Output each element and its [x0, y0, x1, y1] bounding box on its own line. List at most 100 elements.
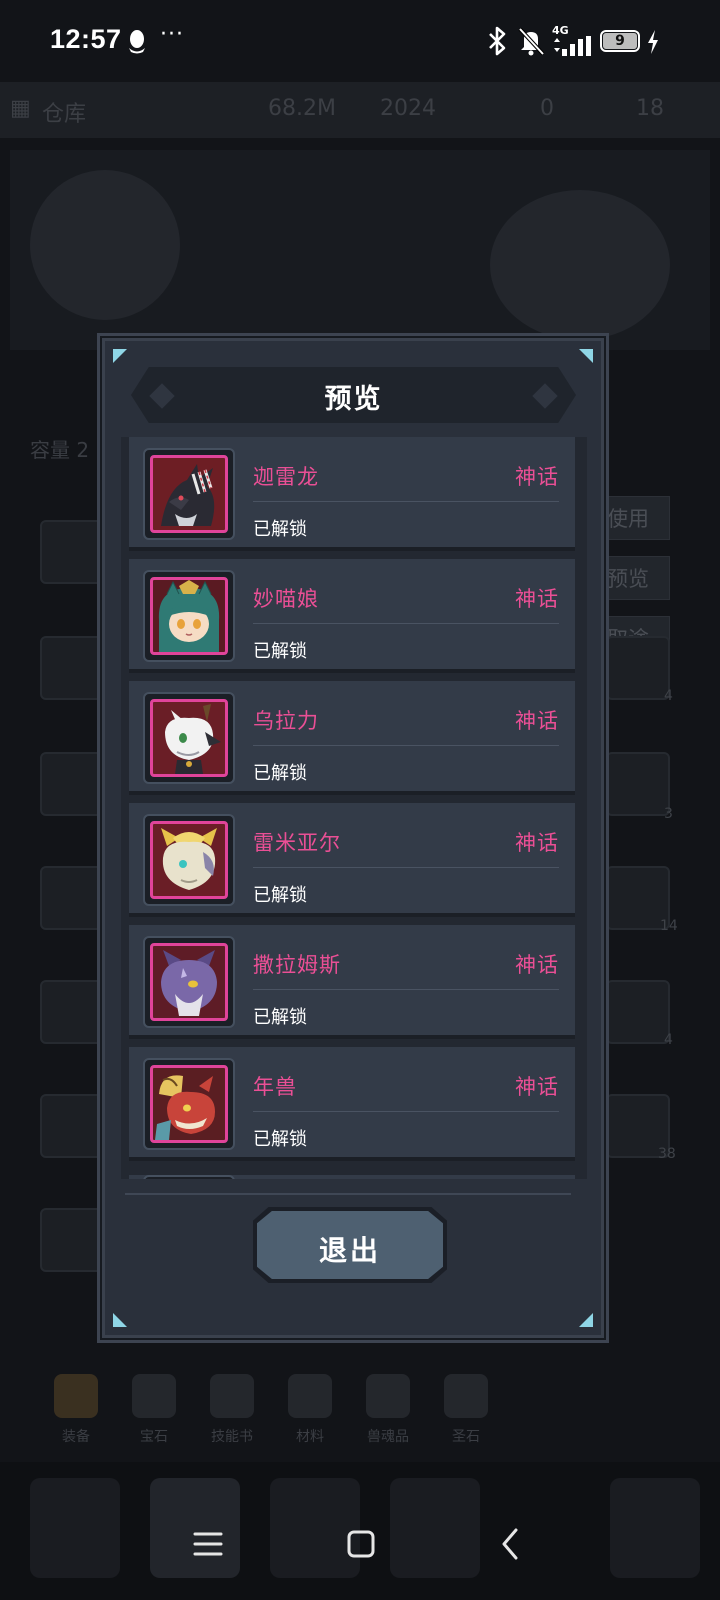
unlock-status: 已解锁	[253, 1129, 307, 1150]
background-value-3: 0	[540, 96, 554, 121]
background-item-cell	[40, 752, 104, 816]
white-horned-beast-portrait	[150, 699, 228, 777]
pet-name: 撒拉姆斯	[253, 953, 341, 977]
background-preview-button: 预览	[596, 556, 670, 600]
unlock-status: 已解锁	[253, 885, 307, 906]
card-divider	[253, 867, 559, 868]
rarity-label: 神话	[515, 1075, 559, 1099]
rarity-label: 神话	[515, 465, 559, 489]
background-cell-badge: 38	[658, 1146, 676, 1162]
corner-ornament	[579, 1313, 593, 1327]
black-dragon-portrait	[150, 455, 228, 533]
background-item-cell	[40, 1094, 104, 1158]
background-category-tabs: 装备 宝石 技能书 材料 兽魂品 圣石	[30, 1370, 510, 1460]
list-separator	[125, 1193, 571, 1195]
corner-ornament	[113, 1313, 127, 1327]
charging-bolt-icon	[648, 30, 658, 54]
background-use-button: 使用	[596, 496, 670, 540]
background-cell-badge: 4	[664, 1032, 673, 1048]
background-item-cell	[40, 636, 104, 700]
background-tab: 圣石	[428, 1370, 504, 1456]
portrait-frame	[143, 1058, 235, 1150]
status-bar: 12:57 ··· 4G 9	[0, 0, 720, 82]
card-divider	[253, 745, 559, 746]
pet-name: 迦雷龙	[253, 465, 319, 489]
list-item[interactable]: 乌拉力 神话 已解锁	[129, 681, 575, 795]
card-divider	[253, 989, 559, 990]
menu-icon[interactable]	[178, 1512, 238, 1572]
background-hero-area	[10, 150, 710, 350]
list-item[interactable]: 年兽 神话 已解锁	[129, 1047, 575, 1161]
rarity-label: 神话	[515, 831, 559, 855]
background-item-cell	[40, 866, 104, 930]
status-time: 12:57	[50, 24, 122, 54]
exit-button-face: 退出	[257, 1211, 443, 1279]
pet-name: 雷米亚尔	[253, 831, 341, 855]
warehouse-icon: ▦	[10, 96, 31, 121]
bell-off-icon	[518, 27, 545, 56]
bluetooth-icon	[489, 26, 506, 56]
card-divider	[253, 623, 559, 624]
list-item[interactable]: 雷米亚尔 神话 已解锁	[129, 803, 575, 917]
pet-name: 乌拉力	[253, 709, 319, 733]
background-item-cell	[606, 980, 670, 1044]
list-item[interactable]: 迦雷龙 神话 已解锁	[129, 437, 575, 551]
rarity-label: 神话	[515, 709, 559, 733]
background-resource-bar: ▦ 仓库 68.2M 2024 0 18	[0, 82, 720, 138]
cat-girl-portrait	[150, 577, 228, 655]
list-item[interactable]: 撒拉姆斯 神话 已解锁	[129, 925, 575, 1039]
more-notifications-icon: ···	[160, 22, 184, 47]
background-value-1: 68.2M	[268, 96, 336, 121]
battery-icon: 9	[600, 30, 640, 52]
list-item[interactable]: 妙喵娘 神话 已解锁	[129, 559, 575, 673]
unlock-status: 已解锁	[253, 519, 307, 540]
preview-dialog: 预览 迦雷龙 神话 已解锁 妙喵娘 神话 已解锁 乌拉力 神话 已解锁 雷米亚尔…	[102, 338, 604, 1338]
background-tab: 材料	[272, 1370, 348, 1456]
home-square-icon[interactable]	[330, 1512, 390, 1572]
background-item-cell	[40, 1208, 104, 1272]
background-tab: 技能书	[194, 1370, 270, 1456]
background-value-4: 18	[636, 96, 664, 121]
signal-icon	[554, 36, 591, 56]
golden-horned-wolf-portrait	[150, 821, 228, 899]
title-banner: 预览	[131, 367, 576, 423]
pet-name: 年兽	[253, 1075, 297, 1099]
qq-penguin-icon	[129, 30, 145, 54]
unlock-status: 已解锁	[253, 1007, 307, 1028]
rarity-label: 神话	[515, 953, 559, 977]
portrait-frame	[143, 448, 235, 540]
background-item-cell	[606, 752, 670, 816]
background-tab: 装备	[38, 1370, 114, 1456]
exit-button[interactable]: 退出	[253, 1207, 447, 1283]
dialog-title: 预览	[324, 384, 383, 415]
back-chevron-icon[interactable]	[480, 1512, 540, 1572]
corner-ornament	[113, 349, 127, 363]
unlock-status: 已解锁	[253, 641, 307, 662]
card-divider	[253, 1111, 559, 1112]
unlock-status: 已解锁	[253, 763, 307, 784]
background-item-cell	[40, 520, 104, 584]
corner-ornament	[579, 349, 593, 363]
background-value-2: 2024	[380, 96, 436, 121]
exit-button-label: 退出	[318, 1234, 381, 1267]
portrait-frame	[143, 936, 235, 1028]
background-cell-badge: 3	[664, 806, 673, 822]
background-warehouse-label: 仓库	[42, 102, 87, 127]
purple-beast-portrait	[150, 943, 228, 1021]
preview-list[interactable]: 迦雷龙 神话 已解锁 妙喵娘 神话 已解锁 乌拉力 神话 已解锁 雷米亚尔 神话…	[121, 437, 587, 1179]
background-capacity-label: 容量 2	[30, 438, 90, 462]
background-tab: 宝石	[116, 1370, 192, 1456]
portrait-frame	[143, 692, 235, 784]
portrait-frame	[143, 570, 235, 662]
background-cell-badge: 14	[660, 918, 678, 934]
background-item-cell	[40, 980, 104, 1044]
background-tab: 兽魂品	[350, 1370, 426, 1456]
system-navigation-bar	[0, 1490, 720, 1600]
rarity-label: 神话	[515, 587, 559, 611]
card-divider	[253, 501, 559, 502]
portrait-frame	[143, 814, 235, 906]
battery-level: 9	[615, 33, 625, 49]
background-item-cell	[606, 636, 670, 700]
pet-name: 妙喵娘	[253, 587, 319, 611]
red-dragon-portrait	[150, 1065, 228, 1143]
